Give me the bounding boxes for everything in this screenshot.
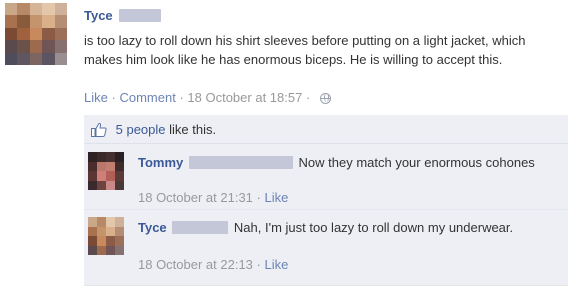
separator-dot: ·	[111, 90, 116, 105]
likes-suffix-text: like this.	[165, 122, 217, 137]
comment-timestamp[interactable]: 18 October at 21:31	[138, 190, 253, 205]
comment-body: Tyce Nah, I'm just too lazy to roll down…	[138, 219, 562, 237]
separator-dot: ·	[305, 90, 311, 105]
comment-meta: 18 October at 22:13 · Like	[138, 257, 288, 273]
comment-item: Tommy Now they match your enormous cohon…	[84, 146, 568, 210]
comment-like-link[interactable]: Like	[265, 190, 289, 205]
separator-dot: ·	[256, 190, 261, 205]
redacted-surname	[119, 9, 162, 22]
author-avatar[interactable]	[5, 3, 67, 65]
commenter-avatar[interactable]	[88, 217, 124, 255]
post-comment-link[interactable]: Comment	[119, 90, 175, 105]
thumbs-up-icon	[91, 122, 107, 137]
feedback-panel: 5 people like this. Tommy Now they match…	[84, 115, 568, 286]
post-text: is too lazy to roll down his shirt sleev…	[84, 33, 526, 67]
likes-count-link[interactable]: 5 people	[116, 122, 166, 137]
comment-timestamp[interactable]: 18 October at 22:13	[138, 257, 253, 272]
comment-author-name[interactable]: Tyce	[138, 220, 167, 235]
comment-author-name[interactable]: Tommy	[138, 155, 183, 170]
commenter-avatar[interactable]	[88, 152, 124, 190]
comment-meta: 18 October at 21:31 · Like	[138, 190, 288, 206]
redacted-surname	[188, 156, 293, 169]
comment-body: Tommy Now they match your enormous cohon…	[138, 154, 562, 172]
redacted-surname	[172, 221, 229, 234]
comment-text: Now they match your enormous cohones	[298, 155, 535, 170]
facebook-status-post: Tyce is too lazy to roll down his shirt …	[0, 0, 570, 286]
comment-item: Tyce Nah, I'm just too lazy to roll down…	[84, 211, 568, 278]
separator-dot: ·	[256, 257, 261, 272]
likes-summary: 5 people like this.	[84, 115, 568, 144]
globe-icon[interactable]	[319, 93, 331, 104]
post-action-bar: Like · Comment · 18 October at 18:57 ·	[84, 90, 331, 106]
post-timestamp[interactable]: 18 October at 18:57	[187, 90, 302, 105]
post-header: Tyce	[84, 8, 162, 26]
comment-text: Nah, I'm just too lazy to roll down my u…	[233, 220, 514, 235]
separator-dot: ·	[179, 90, 184, 105]
post-like-link[interactable]: Like	[84, 90, 108, 105]
comment-like-link[interactable]: Like	[265, 257, 289, 272]
post-author-name[interactable]: Tyce	[84, 8, 113, 23]
